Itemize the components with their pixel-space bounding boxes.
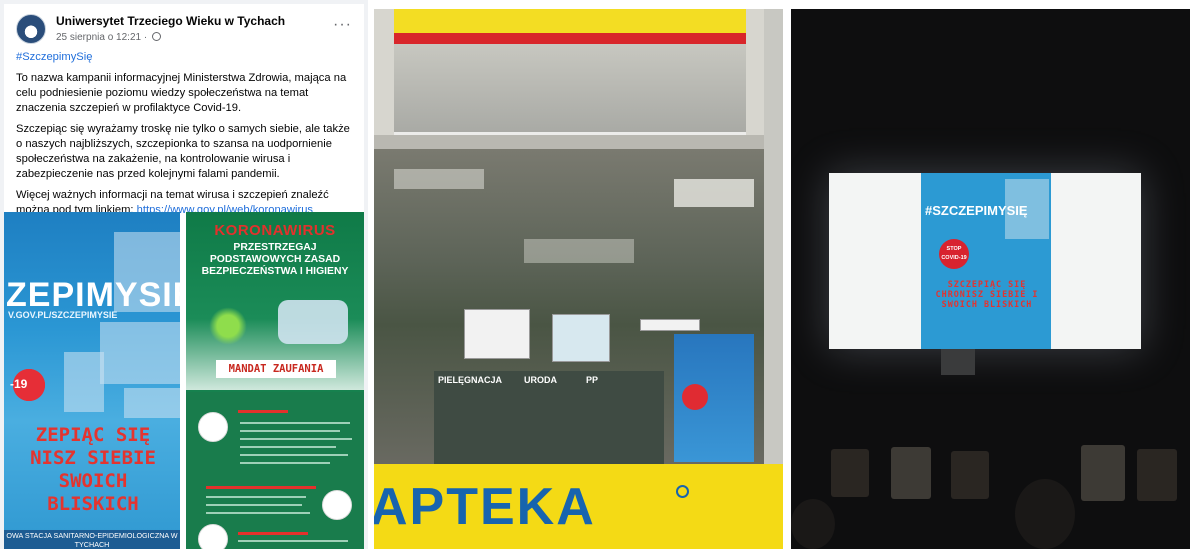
more-options-icon[interactable]: ··· [333, 16, 352, 34]
shelf-label: PP [586, 375, 599, 385]
poster-virus-label: -19 [10, 377, 28, 391]
post-date[interactable]: 25 sierpnia o 12:21 · [56, 32, 161, 43]
distance-icon [198, 524, 228, 549]
poster-rules-area [186, 392, 364, 549]
poster-slogan: ZEPIĄC SIĘ NISZ SIEBIE SWOICH BLISKICH [30, 424, 156, 515]
mask-person-icon [198, 412, 228, 442]
germ-icon [206, 304, 250, 348]
post-header: Uniwersytet Trzeciego Wieku w Tychach 25… [16, 12, 356, 46]
outdoor-cinema-photo: #SZCZEPIMYSIĘ STOP COVID-19 SZCZEPIĄC SI… [791, 9, 1190, 549]
shelf [434, 371, 664, 467]
shelf-label: PIELĘGNACJA [438, 375, 503, 385]
chair [891, 447, 931, 499]
post-images: ZEPIMYSIĘ V.GOV.PL/SZCZEPIMYSIE -19 ZEPI… [4, 212, 364, 549]
post-author[interactable]: Uniwersytet Trzeciego Wieku w Tychach [56, 14, 285, 28]
audience-member [1015, 479, 1075, 549]
window-poster [640, 319, 700, 331]
window-poster [552, 314, 610, 362]
post-body: #SzczepimySię To nazwa kampanii informac… [16, 50, 356, 224]
chair [1137, 449, 1177, 501]
hashtag-link[interactable]: #SzczepimySię [16, 51, 92, 63]
face-mask-icon [278, 300, 348, 344]
apteka-sign-text: APTEKA [374, 478, 596, 536]
poster-url: V.GOV.PL/SZCZEPIMYSIE [8, 310, 118, 320]
post-paragraph-2: Szczepiąc się wyrażamy troskę nie tylko … [16, 123, 350, 180]
stop-badge [682, 384, 708, 410]
post-paragraph-1: To nazwa kampanii informacyjnej Minister… [16, 72, 347, 114]
poster-heading: KORONAWIRUS [214, 222, 336, 239]
upper-glass [394, 44, 746, 136]
stop-covid-badge: STOP COVID-19 [939, 239, 969, 269]
page-avatar[interactable] [16, 14, 46, 44]
window-poster [464, 309, 530, 359]
red-sign-strip [394, 33, 746, 44]
chair [951, 451, 989, 499]
post-date-text[interactable]: 25 sierpnia o 12:21 · [56, 32, 147, 43]
mask-face-icon [322, 490, 352, 520]
chair [831, 449, 869, 497]
poster-subheading: PRZESTRZEGAJ PODSTAWOWYCH ZASAD BEZPIECZ… [201, 242, 349, 277]
koronawirus-poster-image[interactable]: KORONAWIRUS PRZESTRZEGAJ PODSTAWOWYCH ZA… [186, 212, 364, 549]
mandat-label: MANDAT ZAUFANIA [216, 360, 336, 378]
szczepimy-sie-window-poster [674, 334, 754, 462]
audience-member [791, 499, 835, 549]
projection-screen: #SZCZEPIMYSIĘ STOP COVID-19 SZCZEPIĄC SI… [829, 173, 1141, 349]
facebook-post-card: Uniwersytet Trzeciego Wieku w Tychach 25… [4, 4, 364, 549]
facebook-post-panel: Uniwersytet Trzeciego Wieku w Tychach 25… [0, 0, 368, 549]
poster-footer: OWA STACJA SANITARNO-EPIDEMIOLOGICZNA W … [4, 530, 180, 549]
registered-mark-icon [676, 485, 689, 498]
projected-slogan: SZCZEPIĄC SIĘ CHRONISZ SIEBIE I SWOICH B… [935, 279, 1039, 309]
projected-poster: #SZCZEPIMYSIĘ STOP COVID-19 SZCZEPIĄC SI… [921, 173, 1051, 349]
screen-stand [941, 349, 975, 375]
projected-heading: #SZCZEPIMYSIĘ [925, 203, 1028, 218]
shelf-label: URODA [524, 375, 557, 385]
chair [1081, 445, 1125, 501]
pharmacy-window-photo: PIELĘGNACJA URODA PP APTEKA [374, 9, 783, 549]
szczepimy-sie-poster-image[interactable]: ZEPIMYSIĘ V.GOV.PL/SZCZEPIMYSIE -19 ZEPI… [4, 212, 180, 549]
globe-icon [151, 32, 161, 41]
